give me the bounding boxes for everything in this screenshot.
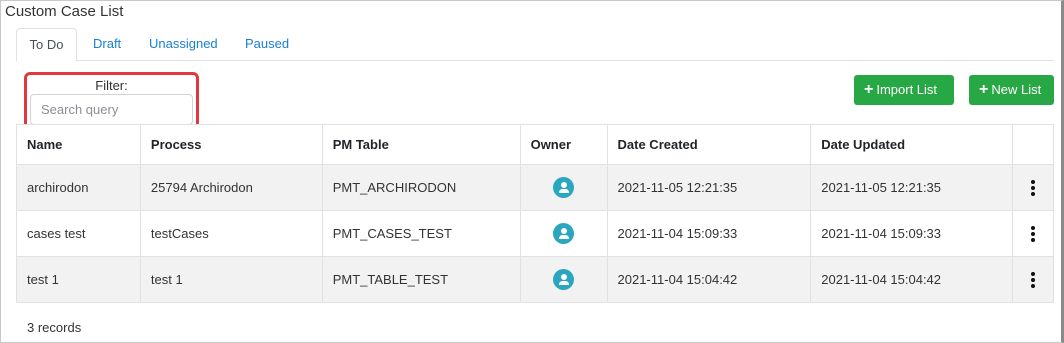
filter-highlight: Filter:: [24, 72, 199, 131]
case-list-table: Name Process PM Table Owner Date Created…: [16, 124, 1054, 303]
cell-actions: [1012, 210, 1054, 257]
cell-date-updated: 2021-11-04 15:04:42: [810, 256, 1014, 303]
cell-name: test 1: [16, 256, 141, 303]
search-input[interactable]: [30, 94, 193, 125]
column-header-date-updated[interactable]: Date Updated: [810, 124, 1014, 165]
cell-process: test 1: [139, 256, 323, 303]
cell-actions: [1012, 164, 1054, 211]
filter-label: Filter:: [95, 78, 128, 93]
tab-draft[interactable]: Draft: [81, 28, 133, 61]
cell-date-updated: 2021-11-05 12:21:35: [810, 164, 1014, 211]
record-count: 3 records: [27, 320, 82, 335]
table-row[interactable]: archirodon 25794 Archirodon PMT_ARCHIROD…: [16, 164, 1054, 211]
user-avatar-icon: [553, 223, 575, 244]
cell-owner: [519, 256, 608, 303]
cell-date-created: 2021-11-05 12:21:35: [606, 164, 812, 211]
column-header-name[interactable]: Name: [16, 124, 141, 165]
new-list-button[interactable]: + New List: [969, 75, 1054, 105]
plus-icon: +: [864, 81, 874, 98]
user-avatar-icon: [553, 177, 575, 198]
cell-name: cases test: [16, 210, 141, 257]
column-header-pm-table[interactable]: PM Table: [321, 124, 521, 165]
kebab-menu-icon[interactable]: [1031, 225, 1035, 242]
import-list-button[interactable]: + Import List: [854, 75, 954, 105]
tab-unassigned[interactable]: Unassigned: [137, 28, 230, 61]
cell-owner: [519, 164, 608, 211]
column-header-owner[interactable]: Owner: [519, 124, 608, 165]
page-title: Custom Case List: [5, 3, 124, 20]
cell-process: 25794 Archirodon: [139, 164, 323, 211]
cell-pm-table: PMT_TABLE_TEST: [321, 256, 521, 303]
cell-pm-table: PMT_ARCHIRODON: [321, 164, 521, 211]
cell-name: archirodon: [16, 164, 141, 211]
cell-date-updated: 2021-11-04 15:09:33: [810, 210, 1014, 257]
user-avatar-icon: [553, 269, 575, 290]
cell-actions: [1012, 256, 1054, 303]
cell-owner: [519, 210, 608, 257]
new-list-label: New List: [991, 82, 1042, 97]
table-row[interactable]: cases test testCases PMT_CASES_TEST 2021…: [16, 210, 1054, 257]
kebab-menu-icon[interactable]: [1031, 179, 1035, 196]
cell-date-created: 2021-11-04 15:09:33: [606, 210, 812, 257]
import-list-label: Import List: [876, 82, 938, 97]
tab-paused[interactable]: Paused: [233, 28, 301, 61]
column-header-process[interactable]: Process: [139, 124, 323, 165]
cell-process: testCases: [139, 210, 323, 257]
plus-icon: +: [979, 81, 989, 98]
column-header-date-created[interactable]: Date Created: [606, 124, 812, 165]
kebab-menu-icon[interactable]: [1031, 271, 1035, 288]
table-row[interactable]: test 1 test 1 PMT_TABLE_TEST 2021-11-04 …: [16, 256, 1054, 303]
tab-to-do[interactable]: To Do: [16, 28, 77, 62]
cell-pm-table: PMT_CASES_TEST: [321, 210, 521, 257]
table-header-row: Name Process PM Table Owner Date Created…: [16, 124, 1054, 165]
tab-bar: To Do Draft Unassigned Paused: [16, 28, 1054, 62]
column-header-actions: [1012, 124, 1054, 165]
cell-date-created: 2021-11-04 15:04:42: [606, 256, 812, 303]
